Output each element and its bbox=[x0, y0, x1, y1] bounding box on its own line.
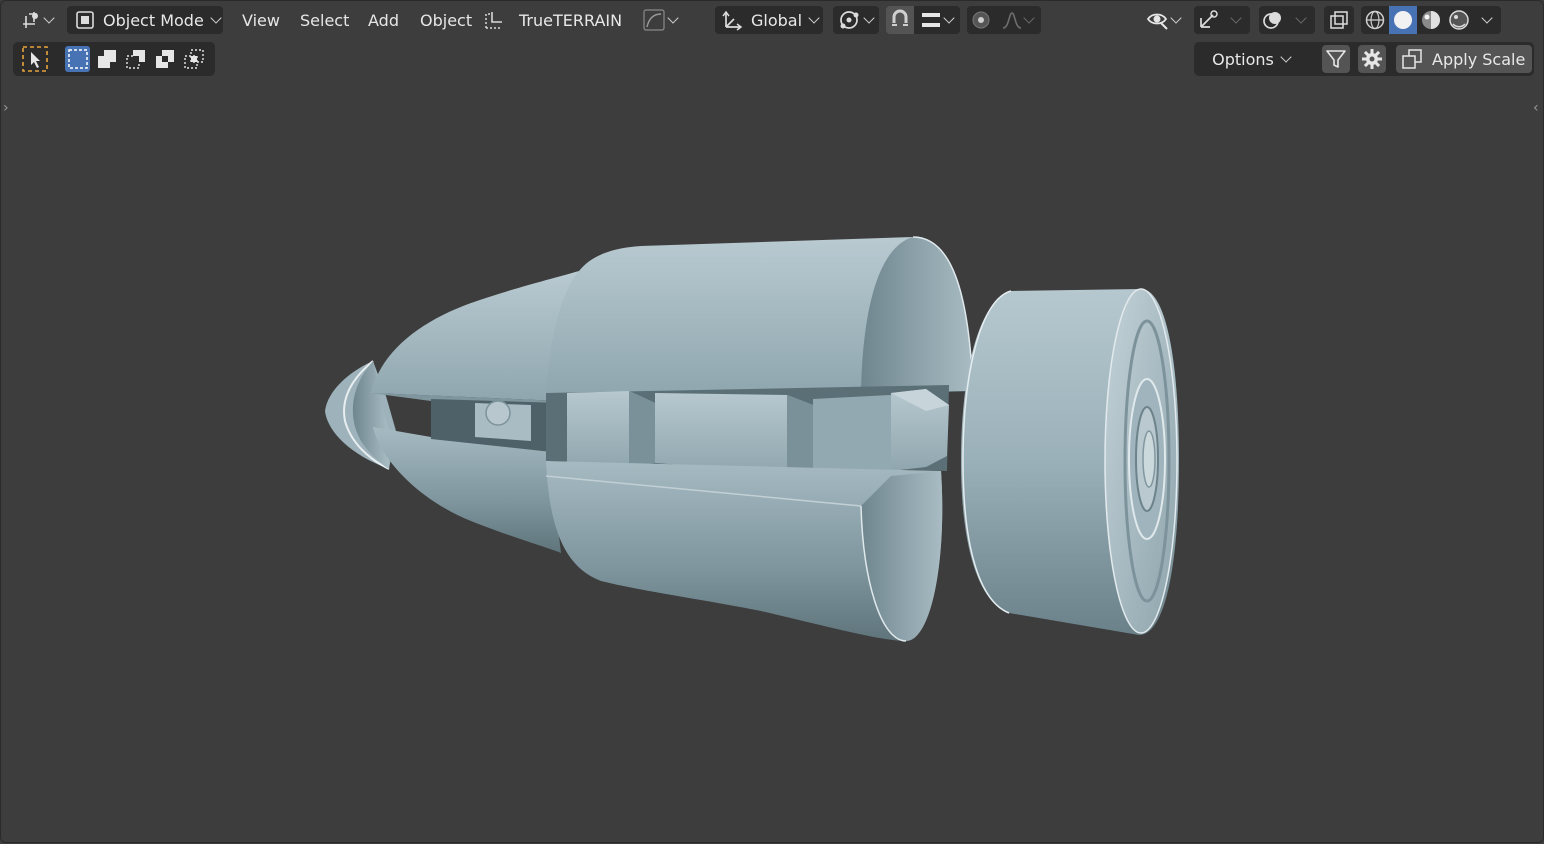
rear-canister bbox=[961, 288, 1179, 635]
3d-viewport[interactable]: Object Mode View Select Add Object TrueT… bbox=[0, 0, 1544, 843]
3d-model-render[interactable] bbox=[1, 1, 1544, 844]
interior-knob bbox=[485, 400, 511, 426]
interior-mechanism bbox=[546, 385, 949, 473]
main-cylinder-lower bbox=[545, 461, 943, 642]
main-cylinder-upper bbox=[546, 236, 974, 396]
